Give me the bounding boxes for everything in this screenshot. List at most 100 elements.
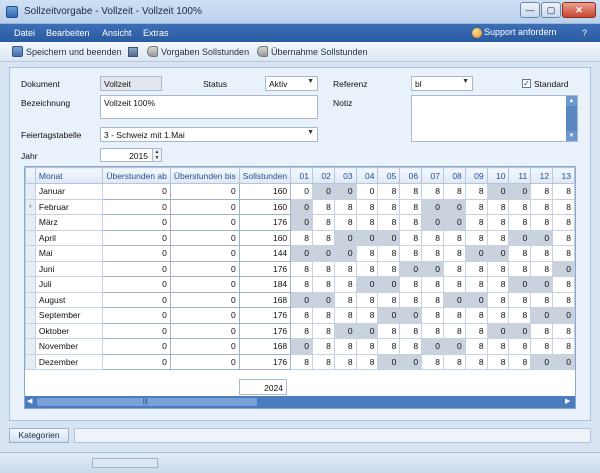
row-indicator[interactable] — [25, 183, 36, 200]
day-cell[interactable]: 8 — [355, 245, 379, 262]
row-indicator[interactable] — [25, 291, 36, 308]
sollstunden-cell[interactable]: 176 — [238, 353, 292, 370]
day-cell[interactable]: 8 — [333, 276, 357, 293]
row-indicator[interactable] — [25, 307, 36, 324]
day-cell[interactable]: 8 — [552, 229, 575, 246]
menu-bearbeiten[interactable]: Bearbeiten — [46, 28, 90, 38]
month-cell[interactable]: April — [34, 229, 104, 246]
table-row[interactable]: Dezember 0 0 176 8 8 8 8 0 0 8 8 8 8 8 0 0 — [25, 353, 575, 370]
month-cell[interactable]: Dezember — [34, 353, 104, 370]
sollstunden-cell[interactable]: 144 — [238, 245, 292, 262]
day-cell[interactable]: 8 — [530, 245, 554, 262]
day-cell[interactable]: 0 — [333, 245, 357, 262]
ueberstunden-bis-cell[interactable]: 0 — [169, 183, 240, 200]
column-header[interactable]: 08 — [442, 167, 466, 184]
month-cell[interactable]: Juni — [34, 260, 104, 277]
day-cell[interactable]: 8 — [311, 276, 335, 293]
day-cell[interactable]: 8 — [530, 291, 554, 308]
sollstunden-cell[interactable]: 184 — [238, 276, 292, 293]
table-row[interactable]: April 0 0 160 8 8 0 0 0 8 8 8 8 8 0 0 8 — [25, 229, 575, 246]
ueberstunden-ab-cell[interactable]: 0 — [102, 198, 171, 215]
dokument-field[interactable]: Vollzeit — [100, 76, 162, 91]
month-cell[interactable]: Februar — [34, 198, 104, 215]
day-cell[interactable]: 8 — [355, 260, 379, 277]
day-cell[interactable]: 0 — [377, 229, 401, 246]
day-cell[interactable]: 8 — [377, 291, 401, 308]
sollstunden-cell[interactable]: 168 — [238, 291, 292, 308]
day-cell[interactable]: 8 — [377, 260, 401, 277]
day-cell[interactable]: 8 — [552, 276, 575, 293]
day-cell[interactable]: 0 — [355, 276, 379, 293]
day-cell[interactable]: 8 — [464, 183, 488, 200]
menu-extras[interactable]: Extras — [143, 28, 169, 38]
ueberstunden-bis-cell[interactable]: 0 — [169, 291, 240, 308]
sollstunden-cell[interactable]: 176 — [238, 322, 292, 339]
day-cell[interactable]: 0 — [421, 260, 444, 277]
day-cell[interactable]: 8 — [399, 291, 423, 308]
day-cell[interactable]: 0 — [290, 198, 313, 215]
ueberstunden-bis-cell[interactable]: 0 — [169, 245, 240, 262]
day-cell[interactable]: 8 — [333, 214, 357, 231]
day-cell[interactable]: 8 — [290, 229, 313, 246]
table-row[interactable]: November 0 0 168 0 8 8 8 8 8 0 0 8 8 8 8 8 — [25, 338, 575, 355]
day-cell[interactable]: 8 — [311, 322, 335, 339]
row-indicator[interactable]: › — [25, 198, 36, 215]
day-cell[interactable]: 0 — [355, 183, 379, 200]
day-cell[interactable]: 8 — [290, 322, 313, 339]
month-cell[interactable]: September — [34, 307, 104, 324]
day-cell[interactable]: 0 — [290, 183, 313, 200]
day-cell[interactable]: 8 — [552, 198, 575, 215]
table-row[interactable]: Juni 0 0 176 8 8 8 8 8 0 0 8 8 8 8 8 0 — [25, 260, 575, 277]
day-cell[interactable]: 8 — [421, 291, 444, 308]
day-cell[interactable]: 8 — [508, 245, 532, 262]
column-header[interactable]: Überstunden bis — [169, 167, 240, 184]
day-cell[interactable]: 8 — [464, 198, 488, 215]
column-header[interactable]: 12 — [530, 167, 554, 184]
day-cell[interactable]: 0 — [552, 260, 575, 277]
day-cell[interactable]: 8 — [377, 338, 401, 355]
day-cell[interactable]: 8 — [486, 229, 510, 246]
sollstunden-cell[interactable]: 160 — [238, 198, 292, 215]
day-cell[interactable]: 0 — [530, 307, 554, 324]
referenz-select[interactable]: bl ▼ — [411, 76, 473, 91]
day-cell[interactable]: 0 — [290, 338, 313, 355]
month-cell[interactable]: Mai — [34, 245, 104, 262]
day-cell[interactable]: 8 — [530, 338, 554, 355]
column-header[interactable]: 13 — [552, 167, 575, 184]
day-cell[interactable]: 8 — [508, 353, 532, 370]
bezeichnung-field[interactable]: Vollzeit 100% — [100, 95, 318, 119]
close-button[interactable]: ✕ — [562, 2, 596, 18]
day-cell[interactable]: 8 — [355, 307, 379, 324]
day-cell[interactable]: 8 — [355, 338, 379, 355]
ueberstunden-bis-cell[interactable]: 0 — [169, 353, 240, 370]
day-cell[interactable]: 8 — [399, 229, 423, 246]
day-cell[interactable]: 8 — [552, 291, 575, 308]
day-cell[interactable]: 8 — [355, 198, 379, 215]
day-cell[interactable]: 8 — [442, 276, 466, 293]
day-cell[interactable]: 8 — [421, 353, 444, 370]
column-header[interactable]: 10 — [486, 167, 510, 184]
column-header[interactable]: 09 — [464, 167, 488, 184]
day-cell[interactable]: 8 — [355, 291, 379, 308]
day-cell[interactable]: 8 — [399, 183, 423, 200]
month-cell[interactable]: Juli — [34, 276, 104, 293]
day-cell[interactable]: 0 — [421, 198, 444, 215]
scroll-left-icon[interactable]: ◀ — [27, 397, 32, 405]
ueberstunden-ab-cell[interactable]: 0 — [102, 291, 171, 308]
day-cell[interactable]: 8 — [442, 307, 466, 324]
table-row[interactable]: Oktober 0 0 176 8 8 0 0 8 8 8 8 8 0 0 8 8 — [25, 322, 575, 339]
day-cell[interactable]: 0 — [442, 338, 466, 355]
month-cell[interactable]: Oktober — [34, 322, 104, 339]
day-cell[interactable]: 8 — [290, 353, 313, 370]
day-cell[interactable]: 8 — [311, 353, 335, 370]
table-row[interactable]: Mai 0 0 144 0 0 0 8 8 8 8 8 0 0 8 8 8 — [25, 245, 575, 262]
day-cell[interactable]: 0 — [552, 307, 575, 324]
uebernahme-button[interactable]: Übernahme Sollstunden — [257, 46, 368, 57]
day-cell[interactable]: 8 — [399, 198, 423, 215]
day-cell[interactable]: 8 — [552, 245, 575, 262]
ueberstunden-bis-cell[interactable]: 0 — [169, 260, 240, 277]
menu-datei[interactable]: Datei — [14, 28, 35, 38]
day-cell[interactable]: 8 — [508, 198, 532, 215]
day-cell[interactable]: 0 — [377, 276, 401, 293]
day-cell[interactable]: 0 — [442, 198, 466, 215]
